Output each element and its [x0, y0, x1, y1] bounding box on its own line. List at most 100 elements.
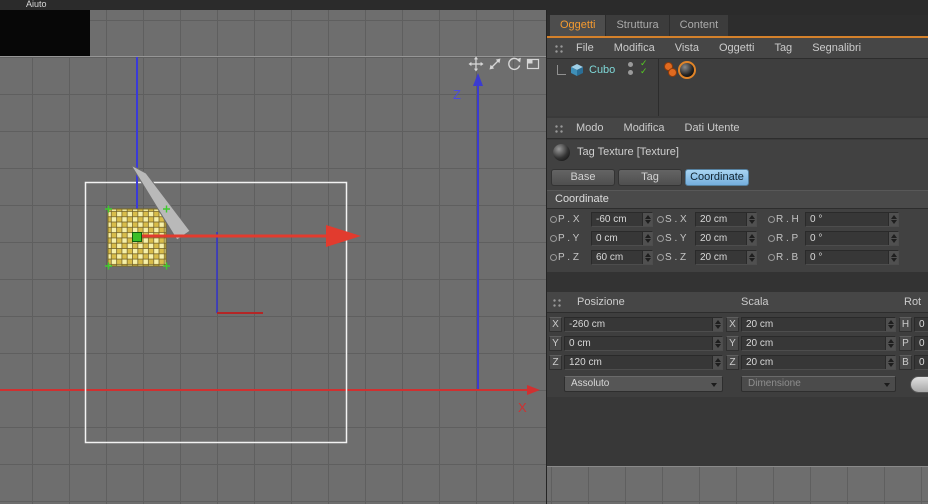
am-menu-dati-utente[interactable]: Dati Utente: [675, 122, 750, 134]
position-header: Posizione: [577, 296, 625, 308]
keyframe-circle-icon[interactable]: [657, 235, 664, 242]
render-visibility-dot[interactable]: [628, 70, 633, 75]
scale-x-field[interactable]: 20 cm: [741, 317, 896, 332]
mode-dropdown[interactable]: Assoluto: [564, 376, 723, 392]
py-field[interactable]: 0 cm: [591, 231, 653, 246]
panel-grip-icon[interactable]: [553, 42, 564, 54]
partial-button[interactable]: [910, 376, 928, 393]
om-menu-oggetti[interactable]: Oggetti: [709, 42, 764, 54]
stepper-icon[interactable]: [642, 213, 652, 226]
rotation-b-field[interactable]: 0: [914, 355, 928, 370]
tag-column-divider: [658, 59, 659, 116]
stepper-icon[interactable]: [885, 318, 895, 331]
cube-object-icon[interactable]: [569, 62, 585, 78]
object-list[interactable]: Cubo ✓ ✓: [547, 59, 928, 116]
stepper-icon[interactable]: [712, 356, 722, 369]
stepper-icon[interactable]: [885, 356, 895, 369]
position-z-field[interactable]: 120 cm: [564, 355, 723, 370]
coordinate-section-header[interactable]: Coordinate: [547, 190, 928, 209]
bottom-viewport[interactable]: [547, 467, 928, 504]
tab-oggetti[interactable]: Oggetti: [550, 15, 606, 36]
keyframe-circle-icon[interactable]: [550, 235, 557, 242]
toggle-view-icon[interactable]: [525, 56, 541, 72]
scale-header: Scala: [741, 296, 769, 308]
stepper-icon[interactable]: [712, 318, 722, 331]
z-axis-label: Z: [453, 87, 461, 102]
keyframe-circle-icon[interactable]: [657, 216, 664, 223]
am-menu-modifica[interactable]: Modifica: [614, 122, 675, 134]
world-x-arrowhead: [527, 385, 540, 395]
stepper-icon[interactable]: [642, 232, 652, 245]
coordinate-row: P . Y 0 cm S . Y 20 cm R . P 0 °: [547, 231, 928, 246]
enable-check-icon[interactable]: ✓: [640, 68, 648, 77]
cm-row: Y 0 cm Y 20 cm P 0: [547, 336, 928, 351]
panel-gap: [547, 397, 928, 466]
scale-z-field[interactable]: 20 cm: [741, 355, 896, 370]
rotation-h-field[interactable]: 0: [914, 317, 928, 332]
zoom-camera-icon[interactable]: [487, 56, 503, 72]
px-field[interactable]: -60 cm: [591, 212, 653, 227]
rotation-p-field[interactable]: 0: [914, 336, 928, 351]
tab-coordinate[interactable]: Coordinate: [685, 169, 749, 186]
am-menu-modo[interactable]: Modo: [566, 122, 614, 134]
editor-visibility-dot[interactable]: [628, 62, 633, 67]
tab-tag[interactable]: Tag: [618, 169, 682, 186]
stepper-icon[interactable]: [712, 337, 722, 350]
scale-y-field[interactable]: 20 cm: [741, 336, 896, 351]
keyframe-circle-icon[interactable]: [550, 254, 557, 261]
stepper-icon[interactable]: [888, 232, 898, 245]
object-manager-tabs: Oggetti Struttura Content: [547, 15, 928, 36]
stepper-icon[interactable]: [642, 251, 652, 264]
sx-field[interactable]: 20 cm: [695, 212, 757, 227]
field-label: P . X: [558, 214, 580, 225]
om-menu-modifica[interactable]: Modifica: [604, 42, 665, 54]
panel-grip-icon[interactable]: [553, 122, 564, 134]
stepper-icon[interactable]: [746, 232, 756, 245]
texture-center-handle[interactable]: [132, 232, 142, 242]
rh-field[interactable]: 0 °: [805, 212, 899, 227]
menu-help[interactable]: Aiuto: [26, 0, 47, 9]
texture-x-arrowhead[interactable]: [326, 225, 361, 247]
stepper-icon[interactable]: [885, 337, 895, 350]
world-z-arrowhead: [473, 73, 483, 86]
om-menu-file[interactable]: File: [566, 42, 604, 54]
rotate-camera-icon[interactable]: [506, 56, 522, 72]
keyframe-circle-icon[interactable]: [550, 216, 557, 223]
keyframe-circle-icon[interactable]: [768, 254, 775, 261]
pan-camera-icon[interactable]: [468, 56, 484, 72]
axis-label: H: [899, 317, 912, 332]
field-label: S . X: [665, 214, 687, 225]
keyframe-circle-icon[interactable]: [768, 235, 775, 242]
pz-field[interactable]: 60 cm: [591, 250, 653, 265]
size-dropdown[interactable]: Dimensione: [741, 376, 896, 392]
om-menu-tag[interactable]: Tag: [764, 42, 802, 54]
keyframe-circle-icon[interactable]: [657, 254, 664, 261]
om-menu-vista[interactable]: Vista: [665, 42, 709, 54]
rb-field[interactable]: 0 °: [805, 250, 899, 265]
panel-grip-icon[interactable]: [551, 297, 562, 308]
stepper-icon[interactable]: [888, 251, 898, 264]
stepper-icon[interactable]: [888, 213, 898, 226]
position-y-field[interactable]: 0 cm: [564, 336, 723, 351]
stepper-icon[interactable]: [746, 251, 756, 264]
tab-content[interactable]: Content: [669, 15, 729, 36]
object-manager-menubar: File Modifica Vista Oggetti Tag Segnalib…: [547, 38, 928, 59]
tab-struttura[interactable]: Struttura: [606, 15, 669, 36]
object-name[interactable]: Cubo: [589, 64, 615, 76]
texture-tag-icon[interactable]: [668, 68, 677, 77]
axis-label: X: [726, 317, 739, 332]
selected-texture-tag-icon[interactable]: [678, 61, 696, 79]
position-x-field[interactable]: -260 cm: [564, 317, 723, 332]
keyframe-circle-icon[interactable]: [768, 216, 775, 223]
sz-field[interactable]: 20 cm: [695, 250, 757, 265]
coordinate-fields: P . X -60 cm S . X 20 cm R . H 0 ° P . Y: [547, 209, 928, 272]
x-axis-label: X: [518, 400, 527, 415]
om-menu-segnalibri[interactable]: Segnalibri: [802, 42, 871, 54]
sy-field[interactable]: 20 cm: [695, 231, 757, 246]
rp-field[interactable]: 0 °: [805, 231, 899, 246]
front-viewport[interactable]: Z X: [0, 10, 546, 504]
tab-base[interactable]: Base: [551, 169, 615, 186]
stepper-icon[interactable]: [746, 213, 756, 226]
field-label: P . Z: [558, 252, 579, 263]
attribute-title-row: Tag Texture [Texture]: [547, 140, 928, 166]
